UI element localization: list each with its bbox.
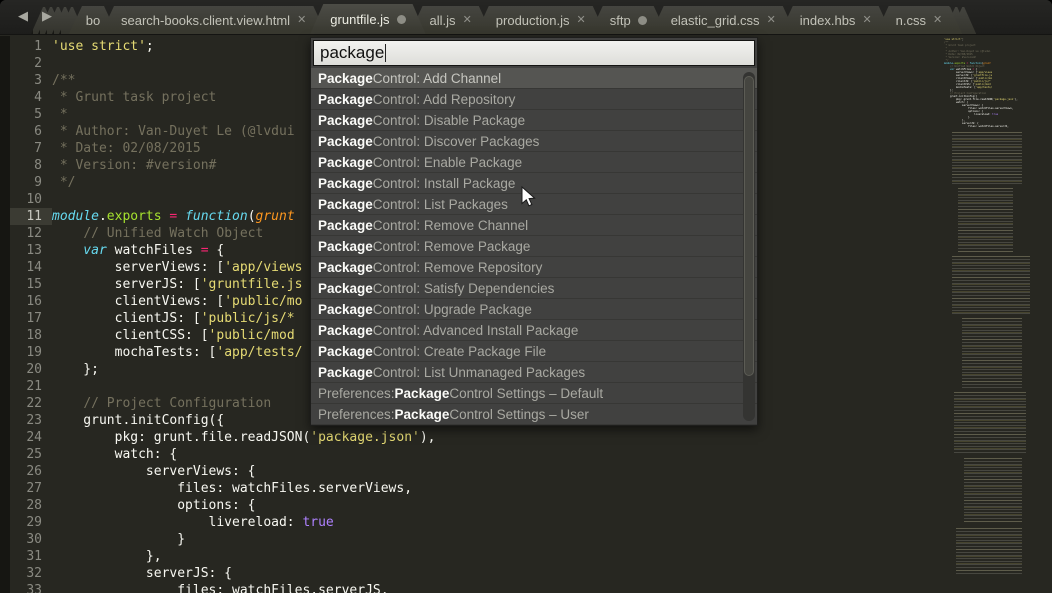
code-line[interactable]: 32 serverJS: {	[0, 565, 942, 582]
tab-gruntfile-js[interactable]: gruntfile.js	[310, 4, 425, 34]
dirty-dot-icon	[397, 15, 406, 24]
tab-label: production.js	[496, 13, 570, 28]
line-number: 30	[10, 531, 52, 548]
line-number: 5	[10, 106, 52, 123]
text-caret	[385, 44, 386, 62]
line-number: 1	[10, 38, 52, 55]
command-item[interactable]: Package Control: Add Channel	[311, 68, 757, 89]
command-palette: package Package Control: Add ChannelPack…	[310, 37, 758, 426]
dirty-dot-icon	[638, 16, 647, 25]
command-item[interactable]: Package Control: List Unmanaged Packages	[311, 362, 757, 383]
line-number: 24	[10, 429, 52, 446]
code-line[interactable]: 28 options: {	[0, 497, 942, 514]
tab-label: search-books.client.view.html	[121, 13, 290, 28]
line-number: 15	[10, 276, 52, 293]
command-item[interactable]: Package Control: Remove Channel	[311, 215, 757, 236]
line-number: 16	[10, 293, 52, 310]
code-line[interactable]: 29 livereload: true	[0, 514, 942, 531]
line-number: 18	[10, 327, 52, 344]
tab-label: all.js	[430, 13, 456, 28]
line-number: 4	[10, 89, 52, 106]
line-number: 10	[10, 191, 52, 208]
code-line[interactable]: 26 serverViews: {	[0, 463, 942, 480]
line-number: 25	[10, 446, 52, 463]
command-query: package	[320, 43, 384, 63]
line-number: 23	[10, 412, 52, 429]
tab-label: index.hbs	[800, 13, 856, 28]
command-item[interactable]: Package Control: List Packages	[311, 194, 757, 215]
line-number: 14	[10, 259, 52, 276]
code-line[interactable]: 30 }	[0, 531, 942, 548]
minimap[interactable]: 'use strict';/** * Grunt task project * …	[944, 38, 1044, 593]
tab-label: bo	[86, 13, 100, 28]
line-number: 26	[10, 463, 52, 480]
nav-back-icon[interactable]: ◀	[18, 8, 28, 24]
tab-label: sftp	[610, 13, 631, 28]
nav-forward-icon[interactable]: ▶	[42, 8, 52, 24]
code-line[interactable]: 31 },	[0, 548, 942, 565]
line-number: 2	[10, 55, 52, 72]
command-item[interactable]: Package Control: Discover Packages	[311, 131, 757, 152]
line-number: 32	[10, 565, 52, 582]
palette-scrollbar-thumb[interactable]	[744, 76, 754, 376]
command-item[interactable]: Preferences: Package Control Settings – …	[311, 404, 757, 425]
code-line[interactable]: 25 watch: {	[0, 446, 942, 463]
sublime-window: ◀ ▶ bo search-books.client.view.html ✕ grun…	[0, 0, 1052, 593]
command-input[interactable]: package	[313, 40, 755, 66]
line-number: 12	[10, 225, 52, 242]
code-line[interactable]: 27 files: watchFiles.serverViews,	[0, 480, 942, 497]
tab-elastic-grid-css[interactable]: elastic_grid.css ✕	[651, 6, 796, 34]
tab-search-books-client-view-html[interactable]: search-books.client.view.html ✕	[101, 6, 326, 34]
minimap-overflow-content	[944, 132, 1044, 576]
palette-scrollbar[interactable]	[743, 72, 755, 421]
line-number: 13	[10, 242, 52, 259]
line-number: 33	[10, 582, 52, 593]
tab-nav: ◀ ▶	[18, 8, 52, 24]
close-icon[interactable]: ✕	[767, 15, 776, 26]
command-item[interactable]: Package Control: Upgrade Package	[311, 299, 757, 320]
line-number: 28	[10, 497, 52, 514]
close-icon[interactable]: ✕	[933, 15, 942, 26]
line-number: 21	[10, 378, 52, 395]
close-icon[interactable]: ✕	[862, 15, 871, 26]
tab-list: bo search-books.client.view.html ✕ gruntfil…	[50, 0, 976, 34]
code-line[interactable]: 33 files: watchFiles.serverJS,	[0, 582, 942, 593]
command-item[interactable]: Package Control: Satisfy Dependencies	[311, 278, 757, 299]
command-item[interactable]: Package Control: Install Package	[311, 173, 757, 194]
tab-label: elastic_grid.css	[671, 13, 760, 28]
command-item[interactable]: Preferences: Package Control Settings – …	[311, 383, 757, 404]
command-item[interactable]: Package Control: Remove Repository	[311, 257, 757, 278]
command-item[interactable]: Package Control: Enable Package	[311, 152, 757, 173]
code-line[interactable]: 24 pkg: grunt.file.readJSON('package.jso…	[0, 429, 942, 446]
command-item[interactable]: Package Control: Add Repository	[311, 89, 757, 110]
line-number: 8	[10, 157, 52, 174]
tab-label: gruntfile.js	[330, 12, 389, 27]
command-item[interactable]: Package Control: Remove Package	[311, 236, 757, 257]
line-number: 6	[10, 123, 52, 140]
command-list: Package Control: Add ChannelPackage Cont…	[311, 68, 757, 425]
line-number: 27	[10, 480, 52, 497]
line-number: 17	[10, 310, 52, 327]
minimap-code: 'use strict';/** * Grunt task project * …	[944, 38, 1044, 128]
tab-bar: ◀ ▶ bo search-books.client.view.html ✕ grun…	[0, 0, 1052, 35]
close-icon[interactable]: ✕	[297, 15, 306, 26]
line-number: 19	[10, 344, 52, 361]
line-number: 20	[10, 361, 52, 378]
line-number: 3	[10, 72, 52, 89]
line-number: 31	[10, 548, 52, 565]
command-item[interactable]: Package Control: Disable Package	[311, 110, 757, 131]
line-number: 11	[10, 208, 52, 225]
tab-production-js[interactable]: production.js ✕	[476, 6, 606, 34]
line-number: 7	[10, 140, 52, 157]
line-number: 29	[10, 514, 52, 531]
line-number: 9	[10, 174, 52, 191]
close-icon[interactable]: ✕	[463, 15, 472, 26]
tab-index-hbs[interactable]: index.hbs ✕	[780, 6, 892, 34]
close-icon[interactable]: ✕	[577, 15, 586, 26]
line-number: 22	[10, 395, 52, 412]
command-item[interactable]: Package Control: Create Package File	[311, 341, 757, 362]
command-item[interactable]: Package Control: Advanced Install Packag…	[311, 320, 757, 341]
tab-label: n.css	[896, 13, 926, 28]
